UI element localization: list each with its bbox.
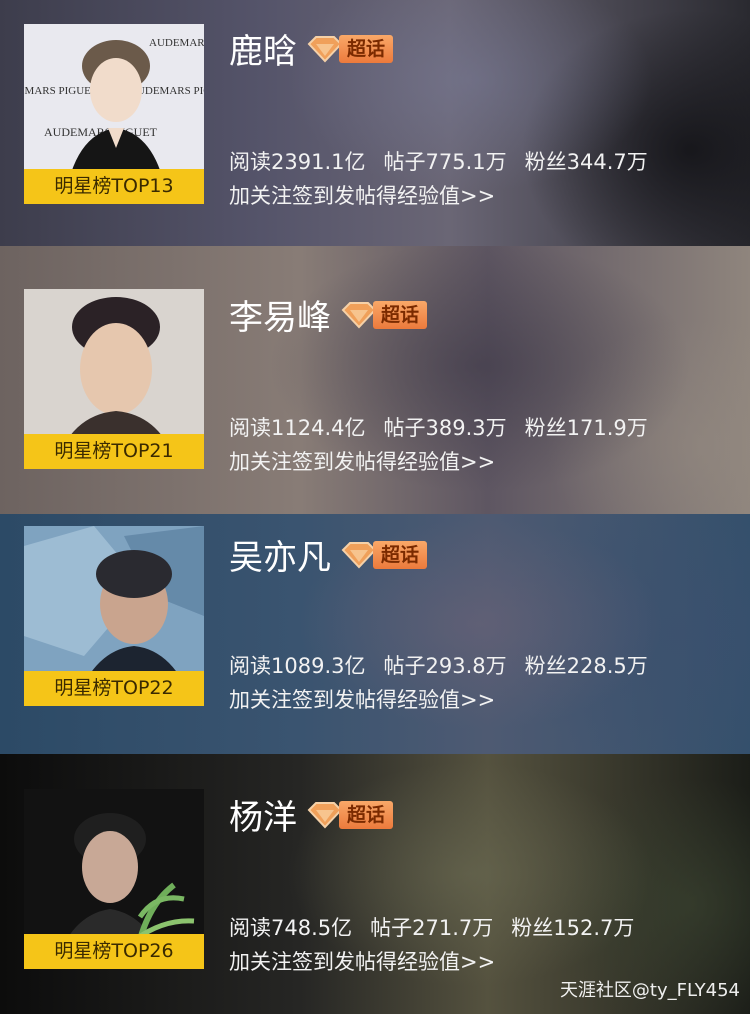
fan-count: 粉丝171.9万 — [524, 416, 648, 440]
post-count: 帖子775.1万 — [383, 150, 507, 174]
post-count: 帖子271.7万 — [370, 916, 494, 940]
follow-checkin-link[interactable]: 加关注签到发帖得经验值>> — [229, 946, 495, 976]
photo-brand-text: AUDEMARS PIGUET — [24, 85, 98, 97]
fan-count: 粉丝152.7万 — [511, 916, 635, 940]
follow-checkin-link[interactable]: 加关注签到发帖得经验值>> — [229, 446, 495, 476]
celebrity-photo[interactable]: 明星榜TOP26 — [24, 789, 204, 969]
badge-label: 超话 — [339, 800, 394, 829]
celebrity-name[interactable]: 吴亦凡 — [229, 530, 331, 579]
fan-count: 粉丝228.5万 — [524, 654, 648, 678]
rank-label: 明星榜TOP26 — [24, 934, 204, 969]
rank-label: 明星榜TOP21 — [24, 434, 204, 469]
stats-row: 阅读748.5亿 帖子271.7万 粉丝152.7万 — [229, 912, 652, 942]
post-count: 帖子389.3万 — [383, 416, 507, 440]
celebrity-name[interactable]: 鹿晗 — [229, 24, 297, 73]
celebrity-name[interactable]: 杨洋 — [229, 790, 297, 839]
follow-checkin-link[interactable]: 加关注签到发帖得经验值>> — [229, 684, 495, 714]
badge-label: 超话 — [339, 34, 394, 63]
read-count: 阅读748.5亿 — [229, 916, 353, 940]
super-topic-badge: 超话 — [339, 300, 428, 330]
stats-row: 阅读2391.1亿 帖子775.1万 粉丝344.7万 — [229, 146, 666, 176]
rank-label: 明星榜TOP13 — [24, 169, 204, 204]
watermark: 天涯社区@ty_FLY454 — [559, 980, 740, 1001]
badge-label: 超话 — [373, 540, 428, 569]
super-topic-card-liyifeng[interactable]: 明星榜TOP21 李易峰 超话 阅读1124.4亿 帖子389.3万 粉丝171.9… — [0, 246, 750, 514]
super-topic-badge: 超话 — [305, 800, 394, 830]
read-count: 阅读1089.3亿 — [229, 654, 366, 678]
read-count: 阅读1124.4亿 — [229, 416, 366, 440]
celebrity-photo[interactable]: 明星榜TOP22 — [24, 526, 204, 706]
fan-count: 粉丝344.7万 — [524, 150, 648, 174]
super-topic-card-yangyang[interactable]: 明星榜TOP26 杨洋 超话 阅读748.5亿 帖子271.7万 粉丝152.7万 … — [0, 754, 750, 1014]
stats-row: 阅读1089.3亿 帖子293.8万 粉丝228.5万 — [229, 650, 666, 680]
celebrity-photo[interactable]: 明星榜TOP21 — [24, 289, 204, 469]
super-topic-badge: 超话 — [305, 34, 394, 64]
rank-label: 明星榜TOP22 — [24, 671, 204, 706]
read-count: 阅读2391.1亿 — [229, 150, 366, 174]
badge-label: 超话 — [373, 300, 428, 329]
super-topic-card-luhan[interactable]: AUDEMARS PIGUET AUDEMARS PIGUET AUDEMARS… — [0, 0, 750, 246]
follow-checkin-link[interactable]: 加关注签到发帖得经验值>> — [229, 180, 495, 210]
celebrity-name[interactable]: 李易峰 — [229, 290, 331, 339]
super-topic-card-wuyifan[interactable]: 明星榜TOP22 吴亦凡 超话 阅读1089.3亿 帖子293.8万 粉丝228.5… — [0, 514, 750, 754]
post-count: 帖子293.8万 — [383, 654, 507, 678]
super-topic-badge: 超话 — [339, 540, 428, 570]
celebrity-photo[interactable]: AUDEMARS PIGUET AUDEMARS PIGUET AUDEMARS… — [24, 24, 204, 204]
stats-row: 阅读1124.4亿 帖子389.3万 粉丝171.9万 — [229, 412, 666, 442]
photo-brand-text: AUDEMARS PIGUET — [149, 37, 204, 49]
